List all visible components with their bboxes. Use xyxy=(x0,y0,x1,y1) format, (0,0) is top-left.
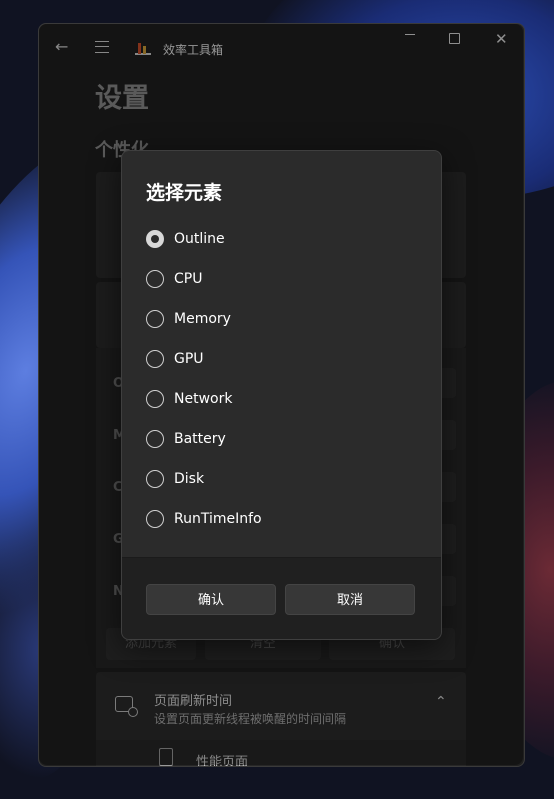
radio-checked-icon[interactable] xyxy=(146,230,164,248)
cancel-button[interactable]: 取消 xyxy=(285,584,415,615)
radio-option-memory[interactable]: Memory xyxy=(146,307,231,331)
dialog-title: 选择元素 xyxy=(146,182,223,204)
radio-label: Disk xyxy=(174,471,205,487)
radio-unchecked-icon[interactable] xyxy=(146,310,164,328)
radio-option-network[interactable]: Network xyxy=(146,387,232,411)
radio-label: Memory xyxy=(174,311,231,327)
radio-unchecked-icon[interactable] xyxy=(146,510,164,528)
radio-label: Outline xyxy=(174,231,225,247)
radio-option-battery[interactable]: Battery xyxy=(146,427,226,451)
radio-label: Battery xyxy=(174,431,226,447)
radio-unchecked-icon[interactable] xyxy=(146,270,164,288)
radio-option-outline[interactable]: Outline xyxy=(146,227,225,251)
radio-option-disk[interactable]: Disk xyxy=(146,467,204,491)
dialog-footer: 确认 取消 xyxy=(122,557,441,639)
radio-unchecked-icon[interactable] xyxy=(146,430,164,448)
ok-button[interactable]: 确认 xyxy=(146,584,276,615)
radio-label: GPU xyxy=(174,351,204,367)
radio-unchecked-icon[interactable] xyxy=(146,470,164,488)
radio-option-cpu[interactable]: CPU xyxy=(146,267,202,291)
radio-label: RunTimeInfo xyxy=(174,511,262,527)
radio-unchecked-icon[interactable] xyxy=(146,390,164,408)
radio-unchecked-icon[interactable] xyxy=(146,350,164,368)
radio-option-runtimeinfo[interactable]: RunTimeInfo xyxy=(146,507,262,531)
select-element-dialog: 选择元素 Outline CPU Memory GPU Network Batt… xyxy=(121,150,442,640)
radio-option-gpu[interactable]: GPU xyxy=(146,347,204,371)
radio-label: Network xyxy=(174,391,233,407)
radio-label: CPU xyxy=(174,271,203,287)
